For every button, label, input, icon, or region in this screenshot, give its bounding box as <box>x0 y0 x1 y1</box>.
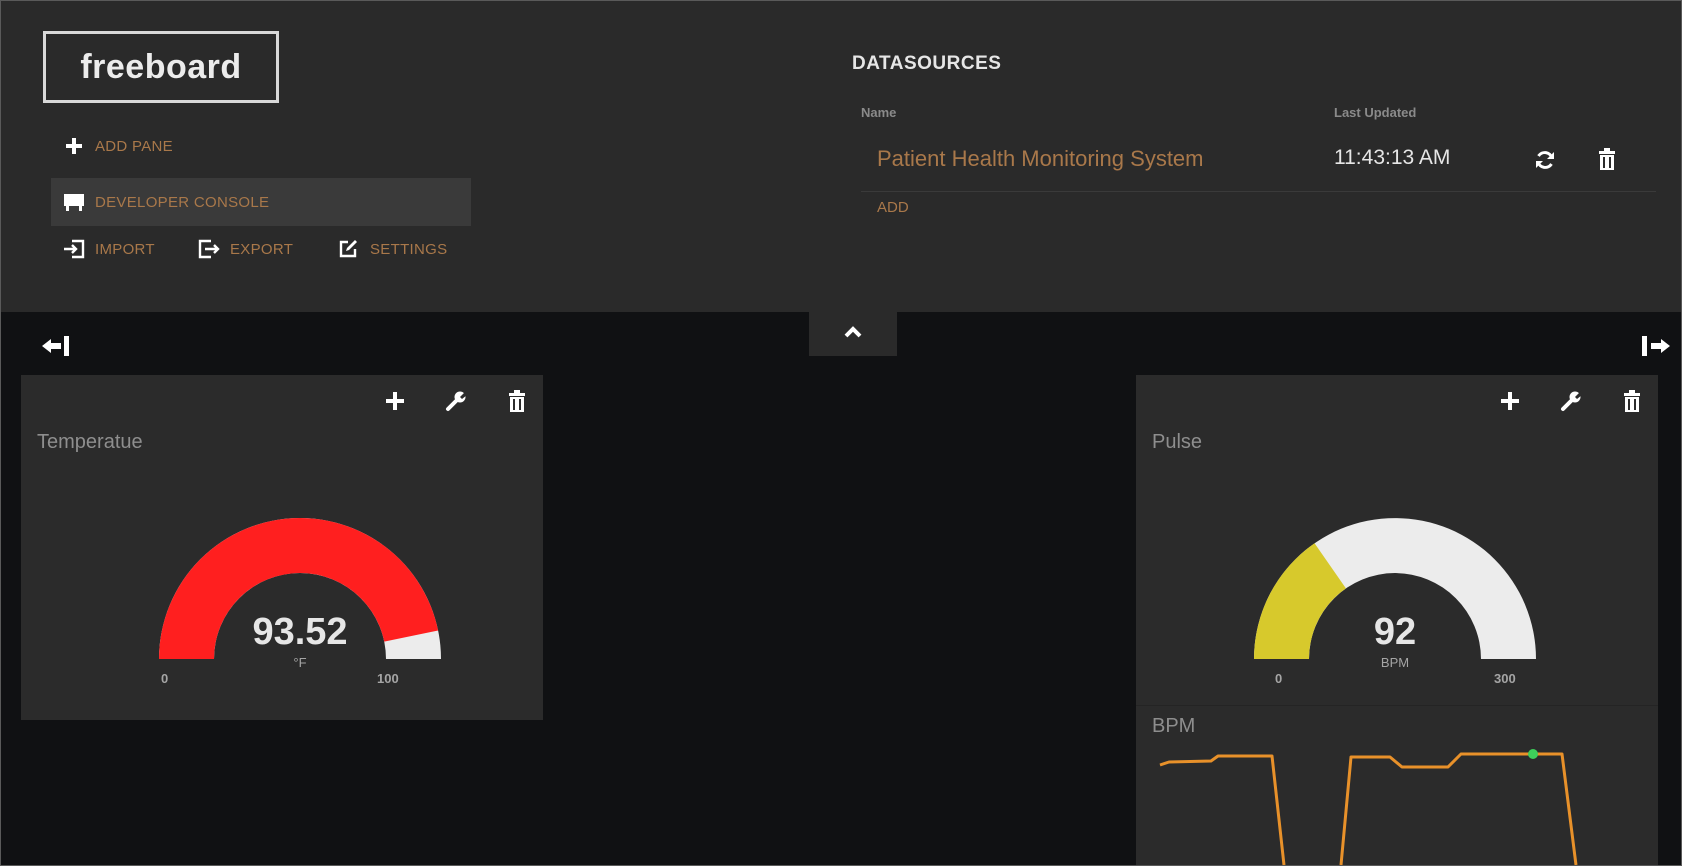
sparkline-line-segment <box>1339 752 1578 865</box>
settings-label: SETTINGS <box>370 240 448 258</box>
pulse-min-label: 0 <box>1275 671 1283 686</box>
column-header-last-updated: Last Updated <box>1334 105 1417 120</box>
freeboard-logo: freeboard <box>43 31 279 103</box>
sparkline-latest-point <box>1528 749 1538 759</box>
settings-button[interactable]: SETTINGS <box>338 238 447 260</box>
app-window: freeboard ADD PANE DEVELOPER CONSOLE IMP… <box>0 0 1682 866</box>
widget-divider <box>1136 705 1658 706</box>
datasource-divider <box>861 191 1656 192</box>
import-label: IMPORT <box>95 240 155 258</box>
plus-icon <box>63 135 85 157</box>
export-icon <box>198 238 220 260</box>
column-header-name: Name <box>861 105 897 120</box>
add-pane-label: ADD PANE <box>95 137 173 155</box>
sparkline-line <box>1159 754 1286 865</box>
datasource-last-updated: 11:43:13 AM <box>1334 146 1451 169</box>
collapse-header-button[interactable] <box>809 312 897 356</box>
pulse-max-label: 300 <box>1494 671 1516 686</box>
pulse-pane: Pulse 92 BPM 0 300 BPM <box>1136 375 1658 865</box>
bpm-sparkline-title: BPM <box>1152 715 1196 737</box>
export-button[interactable]: EXPORT <box>198 238 293 260</box>
temperature-min-label: 0 <box>161 671 169 686</box>
datasources-title: DATASOURCES <box>852 53 1002 74</box>
add-pane-button[interactable]: ADD PANE <box>63 135 173 157</box>
pulse-unit: BPM <box>1380 655 1410 670</box>
collapse-left-icon[interactable] <box>39 331 73 361</box>
expand-right-icon[interactable] <box>1638 331 1674 361</box>
console-icon <box>63 191 85 213</box>
bpm-sparkline <box>1159 749 1578 865</box>
add-datasource-button[interactable]: ADD <box>877 199 909 216</box>
temperature-max-label: 100 <box>377 671 399 686</box>
temperature-unit: °F <box>293 655 307 670</box>
chevron-up-icon <box>843 325 863 343</box>
import-button[interactable]: IMPORT <box>63 238 155 260</box>
import-icon <box>63 238 85 260</box>
datasource-name-link[interactable]: Patient Health Monitoring System <box>877 146 1204 172</box>
developer-console-button[interactable]: DEVELOPER CONSOLE <box>63 191 269 213</box>
trash-icon[interactable] <box>1593 145 1621 173</box>
temperature-pane: Temperatue 93.52 °F 0 100 <box>21 375 543 720</box>
pulse-value: 92 <box>1373 611 1417 653</box>
temperature-value: 93.52 <box>252 611 348 653</box>
refresh-icon[interactable] <box>1531 146 1559 174</box>
header-panel: freeboard ADD PANE DEVELOPER CONSOLE IMP… <box>1 1 1681 312</box>
developer-console-label: DEVELOPER CONSOLE <box>95 193 270 211</box>
settings-icon <box>338 238 360 260</box>
export-label: EXPORT <box>230 240 294 258</box>
